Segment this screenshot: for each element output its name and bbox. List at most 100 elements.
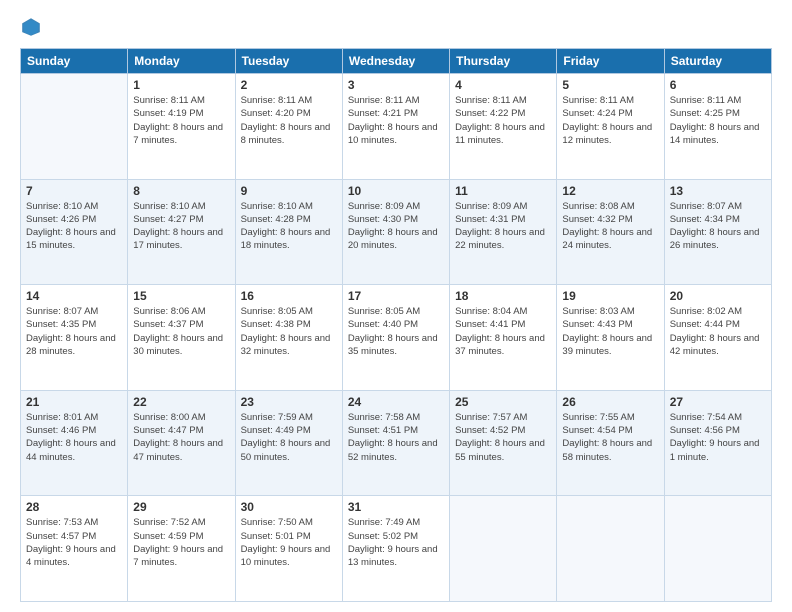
col-header-tuesday: Tuesday [235,49,342,74]
day-info: Sunrise: 8:11 AMSunset: 4:25 PMDaylight:… [670,94,766,147]
table-row: 27 Sunrise: 7:54 AMSunset: 4:56 PMDaylig… [664,390,771,496]
calendar-table: SundayMondayTuesdayWednesdayThursdayFrid… [20,48,772,602]
col-header-thursday: Thursday [450,49,557,74]
day-info: Sunrise: 7:58 AMSunset: 4:51 PMDaylight:… [348,411,444,464]
day-number: 4 [455,78,551,92]
day-info: Sunrise: 8:05 AMSunset: 4:40 PMDaylight:… [348,305,444,358]
table-row: 16 Sunrise: 8:05 AMSunset: 4:38 PMDaylig… [235,285,342,391]
day-number: 1 [133,78,229,92]
day-number: 16 [241,289,337,303]
table-row: 12 Sunrise: 8:08 AMSunset: 4:32 PMDaylig… [557,179,664,285]
table-row: 14 Sunrise: 8:07 AMSunset: 4:35 PMDaylig… [21,285,128,391]
table-row: 22 Sunrise: 8:00 AMSunset: 4:47 PMDaylig… [128,390,235,496]
col-header-monday: Monday [128,49,235,74]
day-info: Sunrise: 8:11 AMSunset: 4:24 PMDaylight:… [562,94,658,147]
calendar-week-5: 28 Sunrise: 7:53 AMSunset: 4:57 PMDaylig… [21,496,772,602]
table-row: 11 Sunrise: 8:09 AMSunset: 4:31 PMDaylig… [450,179,557,285]
table-row [557,496,664,602]
day-info: Sunrise: 8:07 AMSunset: 4:34 PMDaylight:… [670,200,766,253]
day-number: 14 [26,289,122,303]
day-info: Sunrise: 8:11 AMSunset: 4:19 PMDaylight:… [133,94,229,147]
day-info: Sunrise: 8:10 AMSunset: 4:26 PMDaylight:… [26,200,122,253]
day-info: Sunrise: 8:07 AMSunset: 4:35 PMDaylight:… [26,305,122,358]
day-info: Sunrise: 8:03 AMSunset: 4:43 PMDaylight:… [562,305,658,358]
day-info: Sunrise: 8:10 AMSunset: 4:27 PMDaylight:… [133,200,229,253]
day-info: Sunrise: 8:04 AMSunset: 4:41 PMDaylight:… [455,305,551,358]
table-row: 19 Sunrise: 8:03 AMSunset: 4:43 PMDaylig… [557,285,664,391]
day-info: Sunrise: 8:00 AMSunset: 4:47 PMDaylight:… [133,411,229,464]
day-number: 19 [562,289,658,303]
calendar-week-4: 21 Sunrise: 8:01 AMSunset: 4:46 PMDaylig… [21,390,772,496]
day-info: Sunrise: 7:53 AMSunset: 4:57 PMDaylight:… [26,516,122,569]
table-row: 9 Sunrise: 8:10 AMSunset: 4:28 PMDayligh… [235,179,342,285]
day-number: 12 [562,184,658,198]
day-number: 6 [670,78,766,92]
table-row [664,496,771,602]
day-number: 25 [455,395,551,409]
table-row: 8 Sunrise: 8:10 AMSunset: 4:27 PMDayligh… [128,179,235,285]
table-row: 7 Sunrise: 8:10 AMSunset: 4:26 PMDayligh… [21,179,128,285]
header [20,16,772,38]
day-info: Sunrise: 8:09 AMSunset: 4:30 PMDaylight:… [348,200,444,253]
calendar-week-2: 7 Sunrise: 8:10 AMSunset: 4:26 PMDayligh… [21,179,772,285]
day-info: Sunrise: 8:10 AMSunset: 4:28 PMDaylight:… [241,200,337,253]
day-number: 11 [455,184,551,198]
day-info: Sunrise: 8:02 AMSunset: 4:44 PMDaylight:… [670,305,766,358]
logo-icon [20,16,42,38]
day-info: Sunrise: 7:57 AMSunset: 4:52 PMDaylight:… [455,411,551,464]
day-info: Sunrise: 7:49 AMSunset: 5:02 PMDaylight:… [348,516,444,569]
day-number: 8 [133,184,229,198]
header-row: SundayMondayTuesdayWednesdayThursdayFrid… [21,49,772,74]
table-row: 6 Sunrise: 8:11 AMSunset: 4:25 PMDayligh… [664,74,771,180]
day-number: 24 [348,395,444,409]
day-number: 31 [348,500,444,514]
table-row: 3 Sunrise: 8:11 AMSunset: 4:21 PMDayligh… [342,74,449,180]
day-info: Sunrise: 8:08 AMSunset: 4:32 PMDaylight:… [562,200,658,253]
table-row: 24 Sunrise: 7:58 AMSunset: 4:51 PMDaylig… [342,390,449,496]
day-number: 18 [455,289,551,303]
day-number: 22 [133,395,229,409]
table-row: 4 Sunrise: 8:11 AMSunset: 4:22 PMDayligh… [450,74,557,180]
day-info: Sunrise: 8:11 AMSunset: 4:21 PMDaylight:… [348,94,444,147]
day-number: 21 [26,395,122,409]
table-row: 29 Sunrise: 7:52 AMSunset: 4:59 PMDaylig… [128,496,235,602]
day-number: 29 [133,500,229,514]
col-header-sunday: Sunday [21,49,128,74]
table-row: 23 Sunrise: 7:59 AMSunset: 4:49 PMDaylig… [235,390,342,496]
table-row: 28 Sunrise: 7:53 AMSunset: 4:57 PMDaylig… [21,496,128,602]
calendar-week-3: 14 Sunrise: 8:07 AMSunset: 4:35 PMDaylig… [21,285,772,391]
day-number: 23 [241,395,337,409]
table-row: 30 Sunrise: 7:50 AMSunset: 5:01 PMDaylig… [235,496,342,602]
day-number: 20 [670,289,766,303]
table-row: 17 Sunrise: 8:05 AMSunset: 4:40 PMDaylig… [342,285,449,391]
logo [20,16,44,38]
table-row: 26 Sunrise: 7:55 AMSunset: 4:54 PMDaylig… [557,390,664,496]
day-number: 7 [26,184,122,198]
col-header-friday: Friday [557,49,664,74]
day-number: 17 [348,289,444,303]
day-info: Sunrise: 7:52 AMSunset: 4:59 PMDaylight:… [133,516,229,569]
table-row: 25 Sunrise: 7:57 AMSunset: 4:52 PMDaylig… [450,390,557,496]
day-number: 26 [562,395,658,409]
day-number: 27 [670,395,766,409]
day-number: 9 [241,184,337,198]
day-number: 5 [562,78,658,92]
day-number: 30 [241,500,337,514]
day-info: Sunrise: 7:59 AMSunset: 4:49 PMDaylight:… [241,411,337,464]
day-number: 10 [348,184,444,198]
col-header-wednesday: Wednesday [342,49,449,74]
day-info: Sunrise: 7:50 AMSunset: 5:01 PMDaylight:… [241,516,337,569]
table-row: 2 Sunrise: 8:11 AMSunset: 4:20 PMDayligh… [235,74,342,180]
day-info: Sunrise: 8:05 AMSunset: 4:38 PMDaylight:… [241,305,337,358]
day-info: Sunrise: 8:06 AMSunset: 4:37 PMDaylight:… [133,305,229,358]
table-row: 18 Sunrise: 8:04 AMSunset: 4:41 PMDaylig… [450,285,557,391]
day-info: Sunrise: 7:54 AMSunset: 4:56 PMDaylight:… [670,411,766,464]
day-info: Sunrise: 8:09 AMSunset: 4:31 PMDaylight:… [455,200,551,253]
table-row [21,74,128,180]
day-number: 2 [241,78,337,92]
day-info: Sunrise: 7:55 AMSunset: 4:54 PMDaylight:… [562,411,658,464]
table-row: 1 Sunrise: 8:11 AMSunset: 4:19 PMDayligh… [128,74,235,180]
table-row: 15 Sunrise: 8:06 AMSunset: 4:37 PMDaylig… [128,285,235,391]
day-info: Sunrise: 8:01 AMSunset: 4:46 PMDaylight:… [26,411,122,464]
day-number: 3 [348,78,444,92]
